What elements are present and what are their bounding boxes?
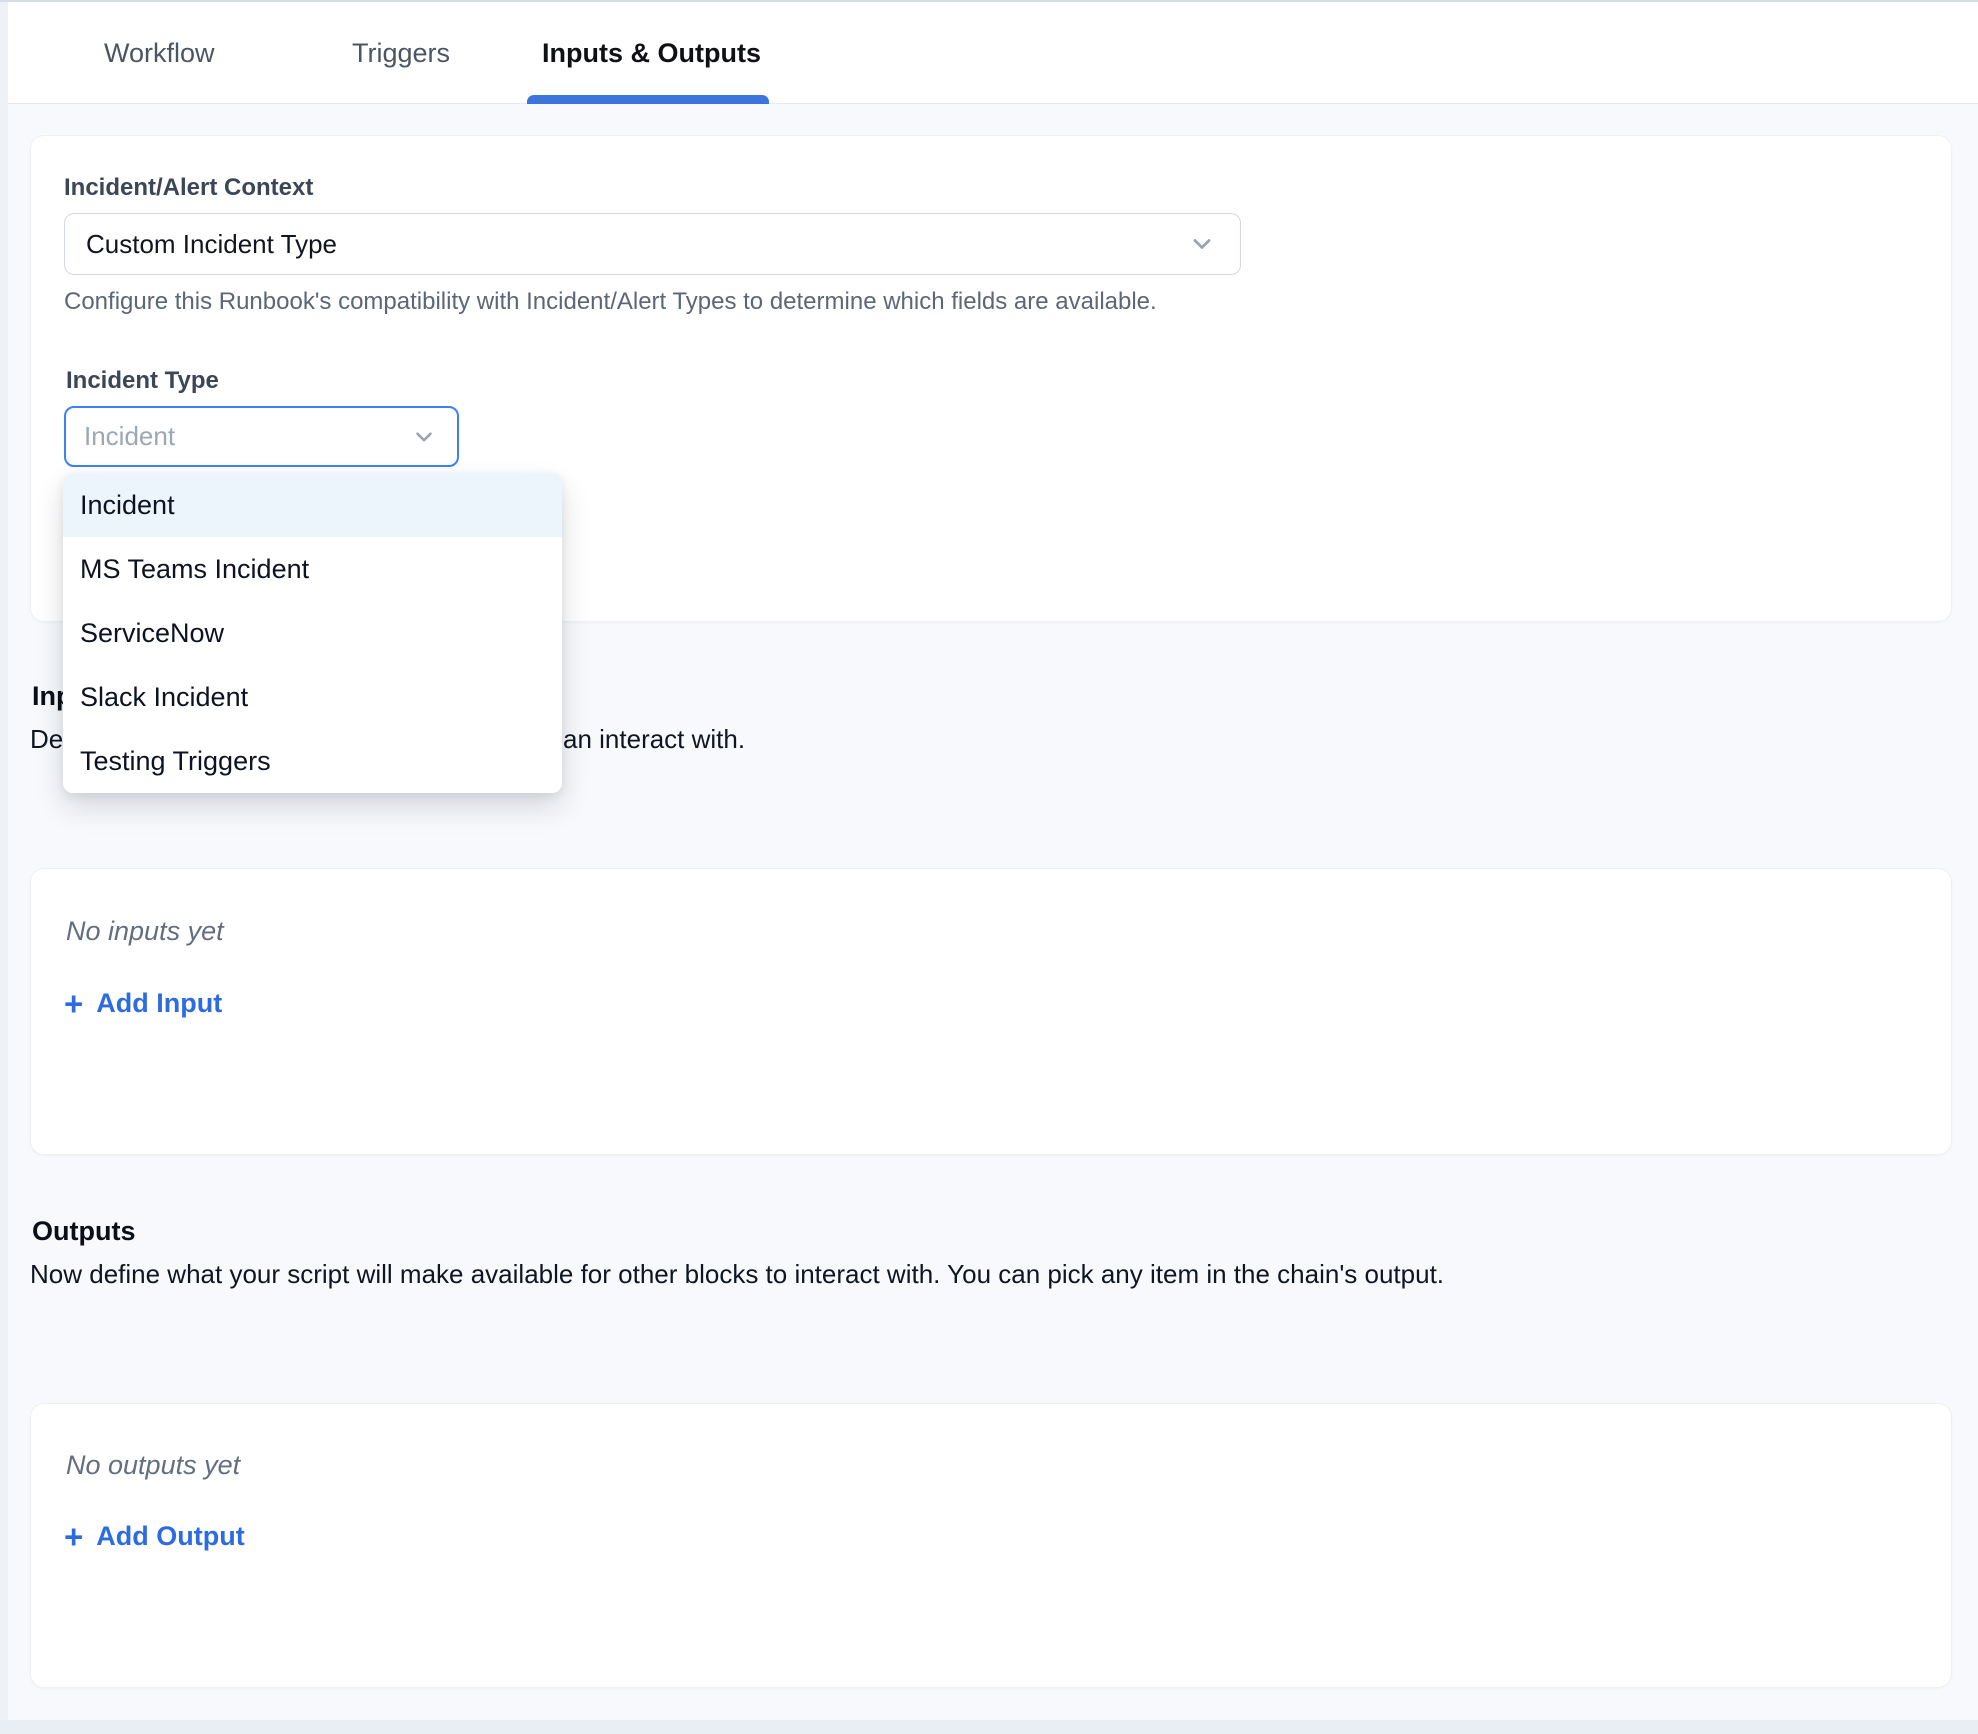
dropdown-option-incident[interactable]: Incident xyxy=(63,473,562,537)
dropdown-option-slack-incident[interactable]: Slack Incident xyxy=(63,665,562,729)
context-select[interactable]: Custom Incident Type xyxy=(64,213,1241,275)
plus-icon: + xyxy=(64,987,83,1020)
tab-triggers[interactable]: Triggers xyxy=(352,38,450,69)
add-input-label: Add Input xyxy=(96,988,222,1019)
dropdown-option-ms-teams-incident[interactable]: MS Teams Incident xyxy=(63,537,562,601)
dropdown-option-servicenow[interactable]: ServiceNow xyxy=(63,601,562,665)
context-help-text: Configure this Runbook's compatibility w… xyxy=(64,288,1157,316)
outputs-description: Now define what your script will make av… xyxy=(30,1259,1444,1290)
outputs-card: No outputs yet + Add Output xyxy=(30,1403,1952,1688)
plus-icon: + xyxy=(64,1520,83,1553)
context-field-label: Incident/Alert Context xyxy=(64,174,313,202)
tab-inputs-outputs[interactable]: Inputs & Outputs xyxy=(542,38,761,69)
add-output-button[interactable]: + Add Output xyxy=(64,1520,245,1553)
outputs-heading: Outputs xyxy=(32,1216,135,1247)
chevron-down-icon xyxy=(411,424,437,450)
add-output-label: Add Output xyxy=(96,1521,244,1552)
incident-type-placeholder: Incident xyxy=(84,421,175,452)
incident-type-select[interactable]: Incident xyxy=(64,406,459,467)
incident-type-menu: Incident MS Teams Incident ServiceNow Sl… xyxy=(63,473,562,793)
no-inputs-text: No inputs yet xyxy=(66,916,224,947)
context-select-value: Custom Incident Type xyxy=(86,229,337,260)
inputs-outputs-page: Workflow Triggers Inputs & Outputs Incid… xyxy=(0,0,1978,1734)
active-tab-underline xyxy=(527,95,769,104)
dropdown-option-testing-triggers[interactable]: Testing Triggers xyxy=(63,729,562,793)
add-input-button[interactable]: + Add Input xyxy=(64,987,222,1020)
tab-workflow[interactable]: Workflow xyxy=(104,38,215,69)
tab-bar: Workflow Triggers Inputs & Outputs xyxy=(0,0,1978,104)
inputs-description-fragment-left: De xyxy=(30,724,63,755)
window-left-edge xyxy=(0,0,8,1734)
chevron-down-icon xyxy=(1188,230,1216,258)
window-top-border xyxy=(0,0,1978,2)
incident-type-label: Incident Type xyxy=(66,367,219,395)
inputs-card: No inputs yet + Add Input xyxy=(30,868,1952,1155)
window-bottom-edge xyxy=(0,1720,1978,1734)
inputs-description-fragment-right: an interact with. xyxy=(563,724,745,755)
no-outputs-text: No outputs yet xyxy=(66,1450,240,1481)
